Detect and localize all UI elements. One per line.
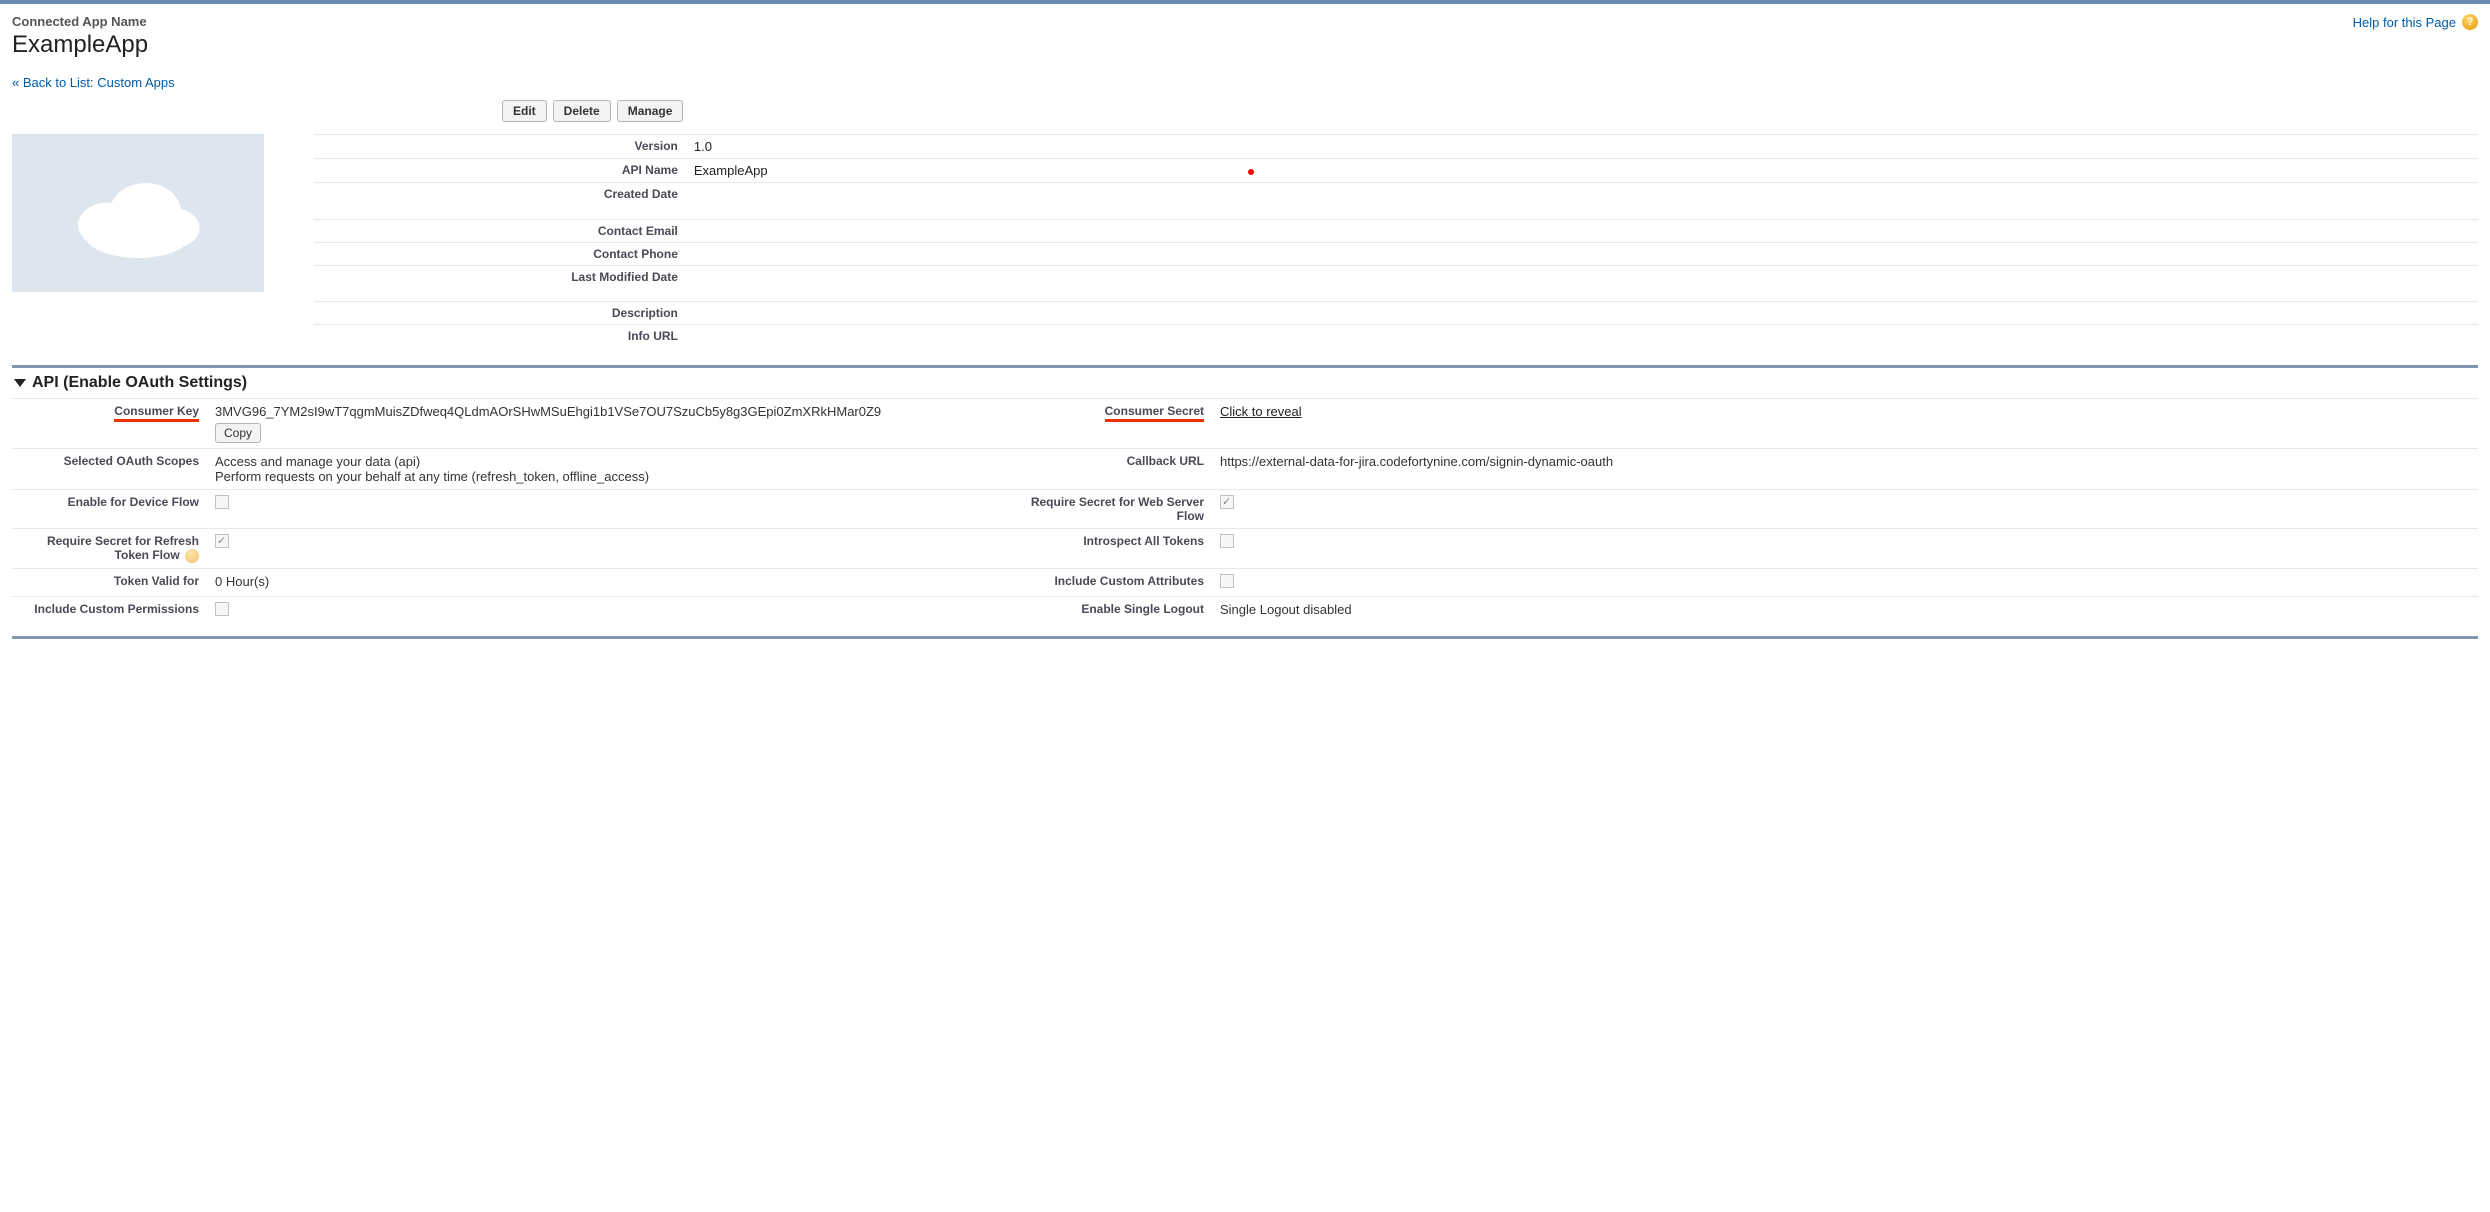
label-oauth-scopes: Selected OAuth Scopes [12,449,207,490]
label-description: Description [314,302,686,325]
label-last-modified: Last Modified Date [314,265,686,288]
help-link[interactable]: Help for this Page ? [2353,14,2478,30]
value-oauth-scopes: Access and manage your data (api) Perfor… [207,449,997,490]
section-end-divider [12,636,2478,639]
value-consumer-key: 3MVG96_7YM2sI9wT7qgmMuisZDfweq4QLdmAOrSH… [207,399,997,449]
help-icon: ? [2462,14,2478,30]
checkbox-introspect [1220,534,1234,548]
help-icon[interactable] [185,549,199,563]
page-heading: Connected App Name ExampleApp [12,14,148,59]
value-single-logout: Single Logout disabled [1212,596,2478,624]
value-version: 1.0 [686,135,1575,159]
checkbox-require-secret-refresh [215,534,229,548]
manage-button[interactable]: Manage [617,100,684,122]
page-subtitle: Connected App Name [12,14,148,29]
label-consumer-secret: Consumer Secret [997,399,1212,449]
value-api-name: ExampleApp [686,159,1575,183]
api-settings-table: Consumer Key 3MVG96_7YM2sI9wT7qgmMuisZDf… [12,398,2478,624]
label-require-secret-web: Require Secret for Web Server Flow [997,490,1212,529]
checkbox-include-custom-attr [1220,574,1234,588]
label-version: Version [314,135,686,159]
reveal-secret-link[interactable]: Click to reveal [1220,404,1302,419]
copy-button[interactable]: Copy [215,423,261,443]
action-buttons: Edit Delete Manage [502,100,2478,122]
page-title: ExampleApp [12,31,148,59]
label-api-name: API Name [314,159,686,183]
label-info-url: Info URL [314,325,686,348]
collapse-icon [14,379,26,387]
label-callback-url: Callback URL [997,449,1212,490]
label-include-custom-perm: Include Custom Permissions [12,596,207,624]
label-require-secret-refresh: Require Secret for Refresh Token Flow [12,529,207,569]
api-section-title: API (Enable OAuth Settings) [32,374,247,392]
label-consumer-key: Consumer Key [12,399,207,449]
app-detail-table: Version 1.0 API Name ExampleApp Created … [314,134,2478,347]
app-logo-placeholder [12,134,264,292]
cloud-icon [63,168,213,258]
label-single-logout: Enable Single Logout [997,596,1212,624]
checkbox-include-custom-perm [215,602,229,616]
label-contact-email: Contact Email [314,219,686,242]
label-token-valid: Token Valid for [12,568,207,596]
help-link-label: Help for this Page [2353,15,2456,30]
label-created-date: Created Date [314,183,686,206]
edit-button[interactable]: Edit [502,100,547,122]
label-contact-phone: Contact Phone [314,242,686,265]
label-device-flow: Enable for Device Flow [12,490,207,529]
api-section-header[interactable]: API (Enable OAuth Settings) [12,368,2478,398]
checkbox-require-secret-web [1220,495,1234,509]
label-introspect: Introspect All Tokens [997,529,1212,569]
value-token-valid: 0 Hour(s) [207,568,997,596]
label-include-custom-attr: Include Custom Attributes [997,568,1212,596]
delete-button[interactable]: Delete [553,100,611,122]
error-dot-icon [1248,169,1254,175]
value-callback-url: https://external-data-for-jira.codeforty… [1212,449,2478,490]
back-link[interactable]: « Back to List: Custom Apps [12,75,175,90]
value-consumer-secret: Click to reveal [1212,399,2478,449]
checkbox-device-flow [215,495,229,509]
